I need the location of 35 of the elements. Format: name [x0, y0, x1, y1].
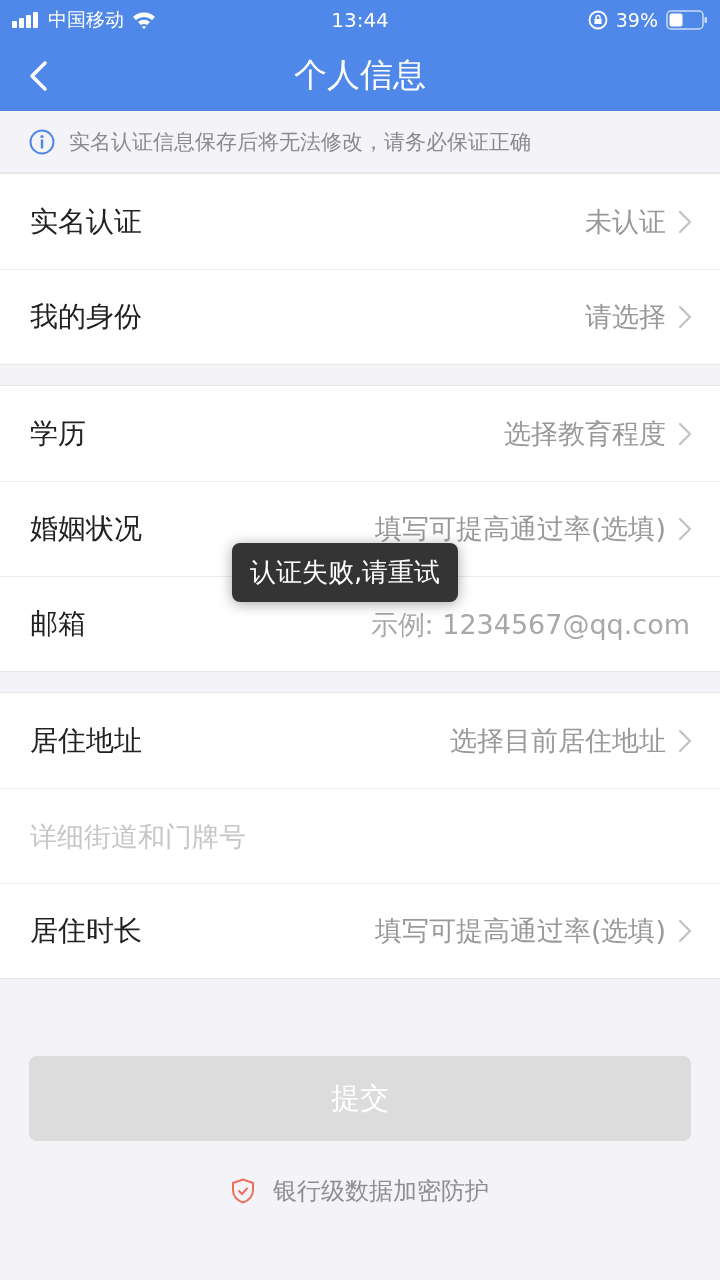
battery-icon: [666, 10, 708, 30]
rotation-lock-icon: [587, 10, 608, 30]
back-icon: [28, 60, 48, 92]
shield-check-icon: [231, 1178, 255, 1204]
select-value: 填写可提高通过率(选填): [374, 914, 666, 948]
clock-time: 13:44: [331, 8, 389, 32]
chevron-icon: [678, 919, 692, 943]
chevron-icon: [678, 421, 692, 446]
toast-message: 认证失败,请重试: [232, 543, 459, 602]
field-label: 实名认证: [30, 203, 142, 240]
address-field[interactable]: 详细街道和门牌号: [30, 820, 692, 852]
select-value: 未认证: [585, 204, 666, 239]
chevron-icon: [678, 517, 692, 541]
select-value: 请选择: [585, 300, 666, 334]
field-label: 邮箱: [30, 606, 86, 642]
signal-icon: [12, 12, 40, 28]
chevron-icon: [678, 728, 692, 753]
field-label: 居住时长: [30, 913, 142, 949]
field-label: 婚姻状况: [30, 511, 142, 547]
field-label: 学历: [30, 415, 86, 452]
chevron-icon: [678, 305, 692, 329]
email-field[interactable]: 示例: 1234567@qq.com: [98, 608, 690, 640]
select-value: 填写可提高通过率(选填): [374, 512, 666, 546]
security-note: 银行级数据加密防护: [273, 1176, 489, 1207]
battery-percent: 39%: [615, 9, 658, 31]
field-label: 我的身份: [30, 299, 142, 335]
field-label: 居住地址: [30, 722, 142, 759]
carrier-name: 中国移动: [48, 7, 124, 32]
wifi-icon: [132, 11, 156, 29]
chevron-icon: [678, 209, 692, 234]
info-icon: [29, 128, 55, 155]
select-value: 选择目前居住地址: [450, 723, 666, 758]
select-value: 选择教育程度: [504, 416, 666, 451]
notice-text: 实名认证信息保存后将无法修改，请务必保证正确: [69, 128, 531, 156]
page-title: 个人信息: [294, 54, 426, 96]
